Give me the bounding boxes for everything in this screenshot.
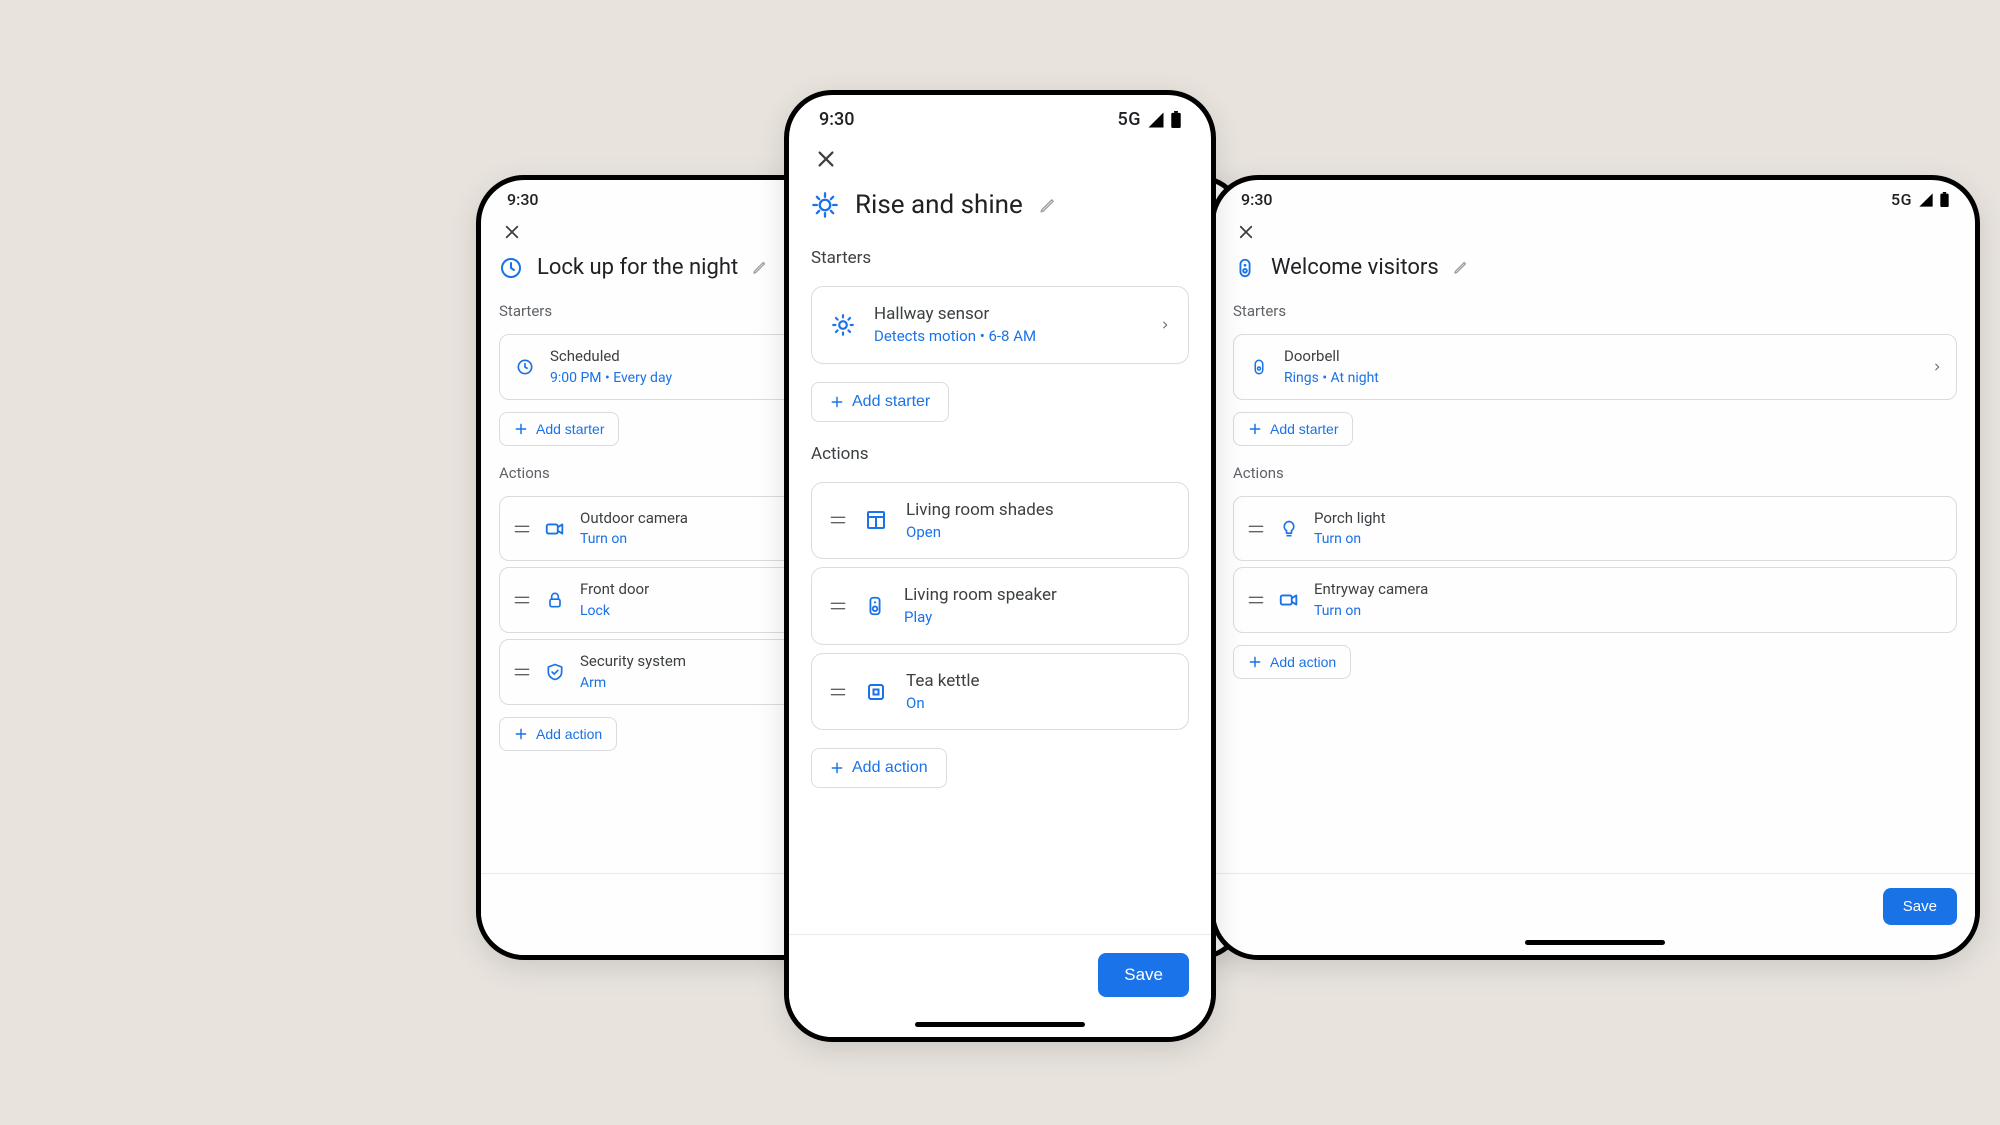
shield-icon — [544, 661, 566, 683]
phone-welcome-visitors: 9:30 5G Welcome visitors Starters Doorbe… — [1210, 175, 1980, 960]
add-action-button[interactable]: Add action — [811, 748, 947, 788]
close-icon[interactable] — [1237, 223, 1953, 241]
action-row[interactable]: Porch lightTurn on — [1233, 496, 1957, 562]
add-starter-label: Add starter — [852, 393, 930, 411]
close-icon[interactable] — [815, 148, 1185, 170]
drag-handle-icon[interactable] — [830, 600, 846, 612]
status-bar: 9:30 5G — [1215, 180, 1975, 209]
status-time: 9:30 — [1241, 190, 1273, 209]
battery-icon — [1171, 111, 1181, 128]
network-label: 5G — [1891, 190, 1912, 209]
starter-row[interactable]: Hallway sensorDetects motion • 6-8 AM — [811, 286, 1189, 364]
edit-icon[interactable] — [752, 260, 767, 275]
status-indicators: 5G — [1118, 109, 1182, 130]
starter-sub: Detects motion • 6-8 AM — [874, 327, 1142, 347]
routine-header: Rise and shine — [789, 178, 1211, 230]
actions-heading: Actions — [789, 426, 1211, 474]
drag-handle-icon[interactable] — [830, 514, 846, 526]
add-starter-button[interactable]: Add starter — [499, 412, 619, 446]
chevron-right-icon — [1932, 360, 1942, 374]
phone-rise-and-shine: 9:30 5G Rise and shine Starters Hallway … — [784, 90, 1216, 1042]
motion-sensor-icon — [830, 312, 856, 338]
lock-icon — [544, 589, 566, 611]
sun-sensor-icon — [811, 191, 839, 219]
starter-name: Hallway sensor — [874, 303, 1142, 325]
action-row[interactable]: Living room shadesOpen — [811, 482, 1189, 560]
add-action-label: Add action — [536, 726, 602, 742]
status-bar: 9:30 5G — [789, 95, 1211, 130]
drag-handle-icon[interactable] — [514, 594, 530, 606]
add-action-label: Add action — [1270, 654, 1336, 670]
routine-title: Lock up for the night — [537, 255, 738, 280]
bulb-icon — [1278, 518, 1300, 540]
starters-heading: Starters — [789, 230, 1211, 278]
edit-icon[interactable] — [1453, 260, 1468, 275]
save-button[interactable]: Save — [1098, 953, 1189, 997]
action-sub: Turn on — [1314, 530, 1942, 548]
home-indicator — [1525, 940, 1665, 945]
kettle-plug-icon — [864, 679, 888, 705]
action-name: Entryway camera — [1314, 580, 1942, 600]
camera-icon — [544, 518, 566, 540]
clock-icon — [514, 356, 536, 378]
action-name: Living room shades — [906, 499, 1170, 521]
add-starter-button[interactable]: Add starter — [1233, 412, 1353, 446]
drag-handle-icon[interactable] — [514, 523, 530, 535]
action-name: Porch light — [1314, 509, 1942, 529]
network-label: 5G — [1118, 109, 1142, 130]
starters-heading: Starters — [1215, 288, 1975, 328]
status-time: 9:30 — [819, 109, 854, 130]
status-time: 9:30 — [507, 190, 539, 209]
chevron-right-icon — [1160, 318, 1170, 332]
starter-name: Doorbell — [1284, 347, 1918, 367]
add-starter-label: Add starter — [536, 421, 604, 437]
action-row[interactable]: Living room speakerPlay — [811, 567, 1189, 645]
drag-handle-icon[interactable] — [514, 666, 530, 678]
speaker-icon — [864, 593, 886, 619]
action-sub: On — [906, 694, 1170, 714]
action-sub: Play — [904, 608, 1170, 628]
action-sub: Turn on — [1314, 602, 1942, 620]
drag-handle-icon[interactable] — [1248, 594, 1264, 606]
action-row[interactable]: Entryway camera Turn on — [1233, 567, 1957, 633]
routine-title: Welcome visitors — [1271, 255, 1439, 280]
drag-handle-icon[interactable] — [830, 686, 846, 698]
drag-handle-icon[interactable] — [1248, 523, 1264, 535]
action-name: Tea kettle — [906, 670, 1170, 692]
starter-sub: Rings • At night — [1284, 369, 1918, 387]
doorbell-icon — [1233, 256, 1257, 280]
doorbell-icon — [1248, 356, 1270, 378]
edit-icon[interactable] — [1039, 197, 1056, 214]
status-indicators: 5G — [1891, 190, 1949, 209]
action-name: Living room speaker — [904, 584, 1170, 606]
save-button[interactable]: Save — [1883, 888, 1957, 925]
signal-icon — [1918, 192, 1934, 208]
actions-heading: Actions — [1215, 450, 1975, 490]
action-sub: Open — [906, 523, 1170, 543]
starter-row[interactable]: Doorbell Rings • At night — [1233, 334, 1957, 400]
add-starter-button[interactable]: Add starter — [811, 382, 949, 422]
add-starter-label: Add starter — [1270, 421, 1338, 437]
signal-icon — [1147, 111, 1165, 129]
routine-header: Welcome visitors — [1215, 247, 1975, 288]
battery-icon — [1940, 192, 1949, 207]
add-action-button[interactable]: Add action — [499, 717, 617, 751]
clock-icon — [499, 256, 523, 280]
shades-icon — [864, 507, 888, 533]
action-row[interactable]: Tea kettleOn — [811, 653, 1189, 731]
routine-title: Rise and shine — [855, 190, 1023, 220]
camera-icon — [1278, 589, 1300, 611]
add-action-label: Add action — [852, 759, 928, 777]
home-indicator — [915, 1022, 1085, 1027]
add-action-button[interactable]: Add action — [1233, 645, 1351, 679]
